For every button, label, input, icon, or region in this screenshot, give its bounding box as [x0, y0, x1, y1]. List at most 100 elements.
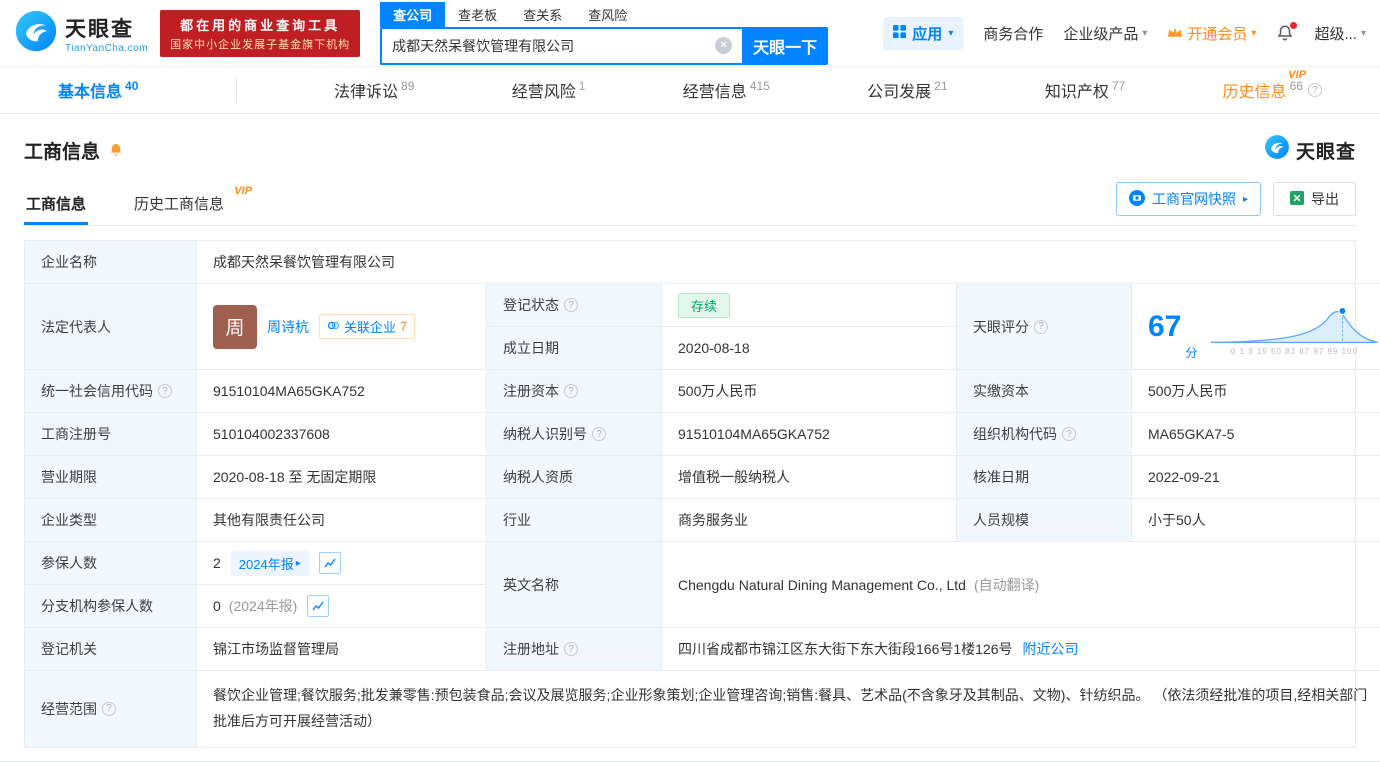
search-tab-risk[interactable]: 查风险 — [575, 2, 640, 27]
tab-count: 89 — [401, 79, 415, 93]
apps-label: 应用 — [912, 25, 943, 43]
value-branch-insured-count: 0 (2024年报) — [197, 585, 487, 628]
tab-intellectual-property[interactable]: 知识产权 77 — [1045, 78, 1125, 102]
tab-legal-proceedings[interactable]: 法律诉讼 89 — [334, 78, 414, 102]
value-tianyancha-score[interactable]: 67 分 0 1 3 15 50 83 87 97 99 100 — [1132, 284, 1380, 370]
tab-history-info[interactable]: VIP 历史信息 66 ? — [1222, 69, 1322, 102]
tab-count: 40 — [125, 79, 139, 93]
label-registered-address: 注册地址 ? — [487, 628, 662, 671]
value-registered-capital: 500万人民币 — [662, 370, 957, 413]
nav-enterprise-label: 企业级产品 — [1063, 25, 1139, 43]
help-icon[interactable]: ? — [1034, 319, 1048, 334]
notification-bell-icon[interactable] — [1276, 22, 1298, 42]
chevron-down-icon: ▾ — [1142, 27, 1148, 39]
notification-dot — [1290, 22, 1298, 29]
nav-cooperation[interactable]: 商务合作 — [983, 23, 1043, 44]
value-insured-count: 2 2024年报 ▸ — [197, 542, 487, 585]
chevron-down-icon: ▾ — [1360, 27, 1366, 39]
open-vip-button[interactable]: 开通会员 ▾ — [1167, 23, 1256, 44]
tianyancha-logo[interactable]: 天眼查 TianYanCha.com — [14, 9, 148, 58]
value-industry: 商务服务业 — [662, 499, 957, 542]
subscribe-bell-icon[interactable] — [108, 142, 124, 158]
value-registered-address: 四川省成都市锦江区东大街下东大街段166号1楼126号 附近公司 — [662, 628, 1380, 671]
label-company-type: 企业类型 — [25, 499, 197, 542]
label-text: 经营范围 — [41, 700, 97, 717]
top-bar: 天眼查 TianYanCha.com 都在用的商业查询工具 国家中小企业发展子基… — [0, 0, 1380, 66]
clear-icon[interactable]: ✕ — [715, 37, 733, 54]
label-org-code: 组织机构代码 ? — [957, 413, 1132, 456]
section-title: 工商信息 — [24, 141, 101, 163]
label-text: 登记状态 — [503, 297, 559, 313]
search-button[interactable]: 天眼一下 — [742, 26, 829, 65]
tab-label: 知识产权 — [1044, 84, 1109, 101]
tianyancha-logo-icon — [1264, 134, 1290, 166]
address-text: 四川省成都市锦江区东大街下东大街段166号1楼126号 — [678, 641, 1013, 657]
nav-super-vip[interactable]: 超级... ▾ — [1314, 23, 1366, 44]
value-org-code: MA65GKA7-5 — [1132, 413, 1380, 456]
subtab-actions: 工商官网快照 ▸ 导出 — [1115, 182, 1356, 225]
tab-label: 历史信息 — [1222, 84, 1287, 101]
tab-label: 基本信息 — [58, 84, 123, 101]
score-number: 67 — [1148, 309, 1182, 343]
search-tab-company[interactable]: 查公司 — [380, 1, 446, 27]
tab-operating-info[interactable]: 经营信息 415 — [683, 78, 770, 102]
label-paid-capital: 实缴资本 — [957, 370, 1132, 413]
tab-count: 415 — [749, 79, 770, 93]
legal-rep-name-link[interactable]: 周诗杭 — [267, 317, 309, 337]
label-text: 天眼评分 — [973, 318, 1029, 335]
banner-line2: 国家中小企业发展子基金旗下机构 — [170, 38, 351, 51]
value-registration-status: 存续 — [662, 284, 957, 327]
tab-count: 1 — [578, 79, 586, 93]
tab-label: 法律诉讼 — [334, 84, 399, 101]
search-tabs: 查公司 查老板 查关系 查风险 — [380, 1, 828, 27]
value-business-term: 2020-08-18 至 无固定期限 — [197, 456, 487, 499]
tab-basic-info[interactable]: 基本信息 40 — [58, 78, 138, 102]
value-english-name: Chengdu Natural Dining Management Co., L… — [662, 542, 1380, 628]
annual-report-label: 2024年报 — [238, 556, 294, 572]
subtab-business-info[interactable]: 工商信息 — [24, 193, 88, 225]
search-tab-boss[interactable]: 查老板 — [445, 2, 510, 27]
branch-insured-number: 0 — [213, 598, 221, 614]
label-approval-date: 核准日期 — [957, 456, 1132, 499]
official-snapshot-button[interactable]: 工商官网快照 ▸ — [1115, 182, 1261, 216]
label-registration-status: 登记状态 ? — [487, 284, 662, 327]
tab-company-development[interactable]: 公司发展 21 — [867, 78, 947, 102]
subtab-history-business-info[interactable]: 历史工商信息 VIP — [132, 185, 252, 225]
help-icon[interactable]: ? — [158, 384, 172, 398]
english-name-text: Chengdu Natural Dining Management Co., L… — [678, 576, 966, 593]
nearby-companies-link[interactable]: 附近公司 — [1023, 639, 1079, 659]
tabs-divider — [235, 77, 237, 103]
label-english-name: 英文名称 — [487, 542, 662, 628]
help-icon[interactable]: ? — [564, 298, 578, 312]
annual-report-badge[interactable]: 2024年报 ▸ — [230, 550, 309, 576]
label-taxpayer-id: 纳税人识别号 ? — [487, 413, 662, 456]
label-text: 组织机构代码 — [973, 426, 1057, 442]
label-tianyancha-score: 天眼评分 ? — [957, 284, 1132, 370]
open-vip-label: 开通会员 — [1187, 25, 1248, 43]
help-icon[interactable]: ? — [564, 642, 578, 656]
help-icon[interactable]: ? — [592, 427, 606, 441]
legal-rep-avatar[interactable]: 周 — [213, 304, 257, 349]
value-taxpayer-quality: 增值税一般纳税人 — [662, 456, 957, 499]
related-companies-label: 关联企业 — [344, 320, 397, 335]
trend-chart-icon[interactable] — [318, 552, 341, 574]
label-registration-authority: 登记机关 — [25, 628, 197, 671]
score-distribution-chart: 0 1 3 15 50 83 87 97 99 100 — [1209, 298, 1379, 356]
label-text: 注册资本 — [503, 383, 559, 399]
nav-enterprise-products[interactable]: 企业级产品 ▾ — [1063, 23, 1147, 44]
export-button[interactable]: 导出 — [1273, 182, 1356, 216]
trend-chart-icon[interactable] — [307, 595, 330, 617]
tab-operating-risk[interactable]: 经营风险 1 — [512, 78, 586, 102]
brand-domain: TianYanCha.com — [65, 42, 149, 54]
help-icon[interactable]: ? — [1307, 83, 1322, 97]
related-companies-badge[interactable]: 关联企业 7 — [319, 314, 416, 339]
help-icon[interactable]: ? — [102, 701, 116, 716]
apps-button[interactable]: 应用 ▾ — [883, 16, 964, 50]
subtab-label: 历史工商信息 — [134, 196, 225, 213]
search-input[interactable] — [392, 37, 716, 54]
search-tab-relation[interactable]: 查关系 — [510, 2, 575, 27]
tab-count: 66 — [1289, 79, 1303, 93]
branch-report-note: (2024年报) — [228, 598, 298, 614]
help-icon[interactable]: ? — [564, 384, 578, 398]
help-icon[interactable]: ? — [1062, 427, 1076, 441]
